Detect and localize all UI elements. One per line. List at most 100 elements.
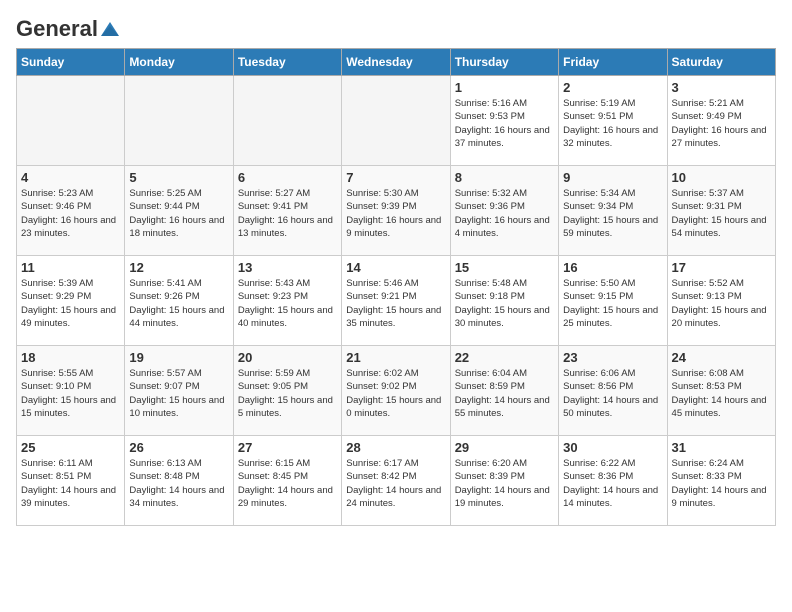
calendar-day: 4 Sunrise: 5:23 AMSunset: 9:46 PMDaylight…	[17, 166, 125, 256]
calendar-day: 10 Sunrise: 5:37 AMSunset: 9:31 PMDayligh…	[667, 166, 775, 256]
day-number: 2	[563, 80, 662, 95]
day-info: Sunrise: 5:25 AMSunset: 9:44 PMDaylight:…	[129, 187, 228, 240]
day-info: Sunrise: 5:16 AMSunset: 9:53 PMDaylight:…	[455, 97, 554, 150]
calendar-day: 6Sunrise: 5:27 AMSunset: 9:41 PMDaylight…	[233, 166, 341, 256]
calendar-day: 23Sunrise: 6:06 AMSunset: 8:56 PMDayligh…	[559, 346, 667, 436]
calendar-day: 22 Sunrise: 6:04 AMSunset: 8:59 PMDayligh…	[450, 346, 558, 436]
calendar-body: 1 Sunrise: 5:16 AMSunset: 9:53 PMDaylight…	[17, 76, 776, 526]
day-number: 17	[672, 260, 771, 275]
day-number: 29	[455, 440, 554, 455]
calendar-day	[125, 76, 233, 166]
day-number: 24	[672, 350, 771, 365]
day-info: Sunrise: 5:41 AMSunset: 9:26 PMDaylight:…	[129, 277, 228, 330]
day-number: 25	[21, 440, 120, 455]
calendar-week-5: 25 Sunrise: 6:11 AMSunset: 8:51 PMDayligh…	[17, 436, 776, 526]
day-number: 21	[346, 350, 445, 365]
day-number: 16	[563, 260, 662, 275]
calendar-day: 7 Sunrise: 5:30 AMSunset: 9:39 PMDaylight…	[342, 166, 450, 256]
day-info: Sunrise: 5:37 AMSunset: 9:31 PMDaylight:…	[672, 187, 771, 240]
weekday-header-saturday: Saturday	[667, 49, 775, 76]
day-info: Sunrise: 6:08 AMSunset: 8:53 PMDaylight:…	[672, 367, 771, 420]
day-info: Sunrise: 5:23 AMSunset: 9:46 PMDaylight:…	[21, 187, 120, 240]
day-info: Sunrise: 5:43 AMSunset: 9:23 PMDaylight:…	[238, 277, 337, 330]
day-number: 1	[455, 80, 554, 95]
day-number: 28	[346, 440, 445, 455]
day-info: Sunrise: 5:19 AMSunset: 9:51 PMDaylight:…	[563, 97, 662, 150]
day-number: 13	[238, 260, 337, 275]
calendar-day: 13 Sunrise: 5:43 AMSunset: 9:23 PMDayligh…	[233, 256, 341, 346]
weekday-header-thursday: Thursday	[450, 49, 558, 76]
day-info: Sunrise: 6:13 AMSunset: 8:48 PMDaylight:…	[129, 457, 228, 510]
day-info: Sunrise: 5:59 AMSunset: 9:05 PMDaylight:…	[238, 367, 337, 420]
page-header: General	[16, 16, 776, 38]
calendar-week-4: 18Sunrise: 5:55 AMSunset: 9:10 PMDayligh…	[17, 346, 776, 436]
calendar-day: 20 Sunrise: 5:59 AMSunset: 9:05 PMDayligh…	[233, 346, 341, 436]
calendar-day: 30Sunrise: 6:22 AMSunset: 8:36 PMDayligh…	[559, 436, 667, 526]
calendar-day: 3 Sunrise: 5:21 AMSunset: 9:49 PMDaylight…	[667, 76, 775, 166]
calendar-day	[342, 76, 450, 166]
day-info: Sunrise: 5:30 AMSunset: 9:39 PMDaylight:…	[346, 187, 445, 240]
day-info: Sunrise: 5:34 AMSunset: 9:34 PMDaylight:…	[563, 187, 662, 240]
calendar-day: 17 Sunrise: 5:52 AMSunset: 9:13 PMDayligh…	[667, 256, 775, 346]
calendar-day: 27 Sunrise: 6:15 AMSunset: 8:45 PMDayligh…	[233, 436, 341, 526]
weekday-header-sunday: Sunday	[17, 49, 125, 76]
day-info: Sunrise: 6:20 AMSunset: 8:39 PMDaylight:…	[455, 457, 554, 510]
day-info: Sunrise: 6:02 AMSunset: 9:02 PMDaylight:…	[346, 367, 445, 420]
day-number: 7	[346, 170, 445, 185]
day-number: 3	[672, 80, 771, 95]
day-number: 12	[129, 260, 228, 275]
calendar-day: 14 Sunrise: 5:46 AMSunset: 9:21 PMDayligh…	[342, 256, 450, 346]
day-info: Sunrise: 5:55 AMSunset: 9:10 PMDaylight:…	[21, 367, 120, 420]
calendar-day: 9 Sunrise: 5:34 AMSunset: 9:34 PMDaylight…	[559, 166, 667, 256]
calendar-day: 24 Sunrise: 6:08 AMSunset: 8:53 PMDayligh…	[667, 346, 775, 436]
day-info: Sunrise: 5:27 AMSunset: 9:41 PMDaylight:…	[238, 187, 337, 240]
day-number: 4	[21, 170, 120, 185]
day-info: Sunrise: 6:24 AMSunset: 8:33 PMDaylight:…	[672, 457, 771, 510]
calendar-week-1: 1 Sunrise: 5:16 AMSunset: 9:53 PMDaylight…	[17, 76, 776, 166]
calendar-day: 31Sunrise: 6:24 AMSunset: 8:33 PMDayligh…	[667, 436, 775, 526]
day-info: Sunrise: 6:22 AMSunset: 8:36 PMDaylight:…	[563, 457, 662, 510]
day-number: 27	[238, 440, 337, 455]
calendar-day	[233, 76, 341, 166]
day-number: 14	[346, 260, 445, 275]
day-info: Sunrise: 5:46 AMSunset: 9:21 PMDaylight:…	[346, 277, 445, 330]
logo: General	[16, 16, 121, 38]
calendar-day: 5 Sunrise: 5:25 AMSunset: 9:44 PMDaylight…	[125, 166, 233, 256]
calendar-day: 8 Sunrise: 5:32 AMSunset: 9:36 PMDaylight…	[450, 166, 558, 256]
day-number: 8	[455, 170, 554, 185]
calendar-day: 18Sunrise: 5:55 AMSunset: 9:10 PMDayligh…	[17, 346, 125, 436]
calendar-day	[17, 76, 125, 166]
day-info: Sunrise: 6:17 AMSunset: 8:42 PMDaylight:…	[346, 457, 445, 510]
day-number: 19	[129, 350, 228, 365]
day-number: 22	[455, 350, 554, 365]
calendar-day: 16Sunrise: 5:50 AMSunset: 9:15 PMDayligh…	[559, 256, 667, 346]
weekday-header-wednesday: Wednesday	[342, 49, 450, 76]
day-info: Sunrise: 6:04 AMSunset: 8:59 PMDaylight:…	[455, 367, 554, 420]
day-number: 23	[563, 350, 662, 365]
calendar-day: 15 Sunrise: 5:48 AMSunset: 9:18 PMDayligh…	[450, 256, 558, 346]
day-info: Sunrise: 6:15 AMSunset: 8:45 PMDaylight:…	[238, 457, 337, 510]
calendar-week-2: 4 Sunrise: 5:23 AMSunset: 9:46 PMDaylight…	[17, 166, 776, 256]
calendar-day: 1 Sunrise: 5:16 AMSunset: 9:53 PMDaylight…	[450, 76, 558, 166]
weekday-header-monday: Monday	[125, 49, 233, 76]
weekday-header-tuesday: Tuesday	[233, 49, 341, 76]
day-number: 5	[129, 170, 228, 185]
weekday-header-friday: Friday	[559, 49, 667, 76]
calendar-day: 29 Sunrise: 6:20 AMSunset: 8:39 PMDayligh…	[450, 436, 558, 526]
day-number: 20	[238, 350, 337, 365]
day-info: Sunrise: 6:11 AMSunset: 8:51 PMDaylight:…	[21, 457, 120, 510]
day-number: 10	[672, 170, 771, 185]
logo-icon	[99, 18, 121, 40]
calendar-day: 25 Sunrise: 6:11 AMSunset: 8:51 PMDayligh…	[17, 436, 125, 526]
day-number: 11	[21, 260, 120, 275]
day-number: 9	[563, 170, 662, 185]
day-number: 15	[455, 260, 554, 275]
calendar-day: 11Sunrise: 5:39 AMSunset: 9:29 PMDayligh…	[17, 256, 125, 346]
logo-general: General	[16, 16, 98, 42]
calendar-day: 12 Sunrise: 5:41 AMSunset: 9:26 PMDayligh…	[125, 256, 233, 346]
day-info: Sunrise: 5:52 AMSunset: 9:13 PMDaylight:…	[672, 277, 771, 330]
calendar-day: 28 Sunrise: 6:17 AMSunset: 8:42 PMDayligh…	[342, 436, 450, 526]
day-info: Sunrise: 5:21 AMSunset: 9:49 PMDaylight:…	[672, 97, 771, 150]
day-info: Sunrise: 5:32 AMSunset: 9:36 PMDaylight:…	[455, 187, 554, 240]
day-info: Sunrise: 5:48 AMSunset: 9:18 PMDaylight:…	[455, 277, 554, 330]
